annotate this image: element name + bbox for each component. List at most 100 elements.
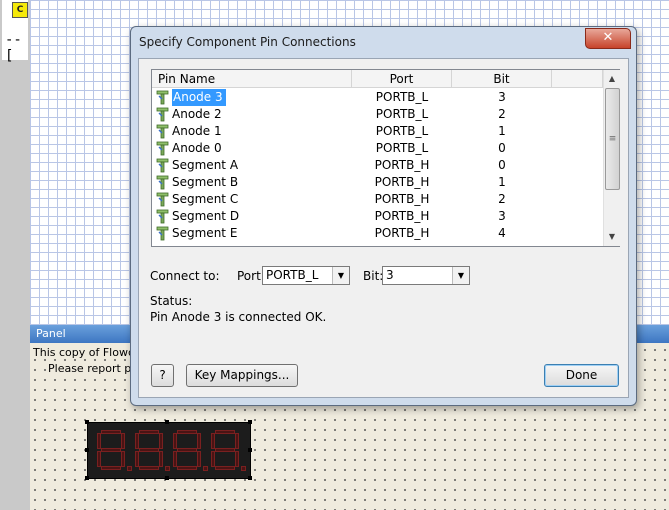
pin-icon [156,192,169,207]
selection-handle[interactable] [85,448,89,452]
pin-name: Segment C [172,192,239,206]
dialog-body: Pin Name Port Bit Anode 3 PORTB_L 3 Anode 2… [138,58,629,398]
column-header-bit[interactable]: Bit [452,70,552,88]
pin-port: PORTB_L [375,124,429,138]
display-segment [211,451,215,467]
display-segment [139,448,159,452]
display-segment [101,430,121,434]
scroll-down-icon[interactable]: ▼ [604,228,620,245]
chevron-down-icon[interactable]: ▼ [332,267,349,284]
connector-icon[interactable]: --[ [5,32,28,64]
display-segment [139,466,159,470]
pin-icon [156,226,169,241]
pin-icon [156,158,169,173]
key-mappings-button[interactable]: Key Mappings... [186,364,298,387]
list-scrollbar[interactable]: ▲ ≡ ▼ [603,70,620,246]
pin-icon [156,90,169,105]
display-segment [159,433,163,449]
display-segment [177,466,197,470]
column-header-pin-name[interactable]: Pin Name [152,70,352,88]
selection-handle[interactable] [165,476,169,480]
chevron-down-icon[interactable]: ▼ [452,267,469,284]
pin-row[interactable]: Anode 3 PORTB_L 3 [152,89,603,106]
pin-row[interactable]: Anode 2 PORTB_L 2 [152,106,603,123]
display-segment [173,451,177,467]
pin-row[interactable]: Segment C PORTB_H 2 [152,191,603,208]
pin-bit: 2 [498,107,506,121]
display-segment [197,433,201,449]
display-segment [173,433,177,449]
display-segment [211,433,215,449]
connect-to-label: Connect to: [150,269,220,283]
display-segment [197,451,201,467]
close-icon: ✕ [602,30,614,45]
pin-name: Anode 0 [172,141,222,155]
selection-handle[interactable] [85,420,89,424]
pin-port: PORTB_H [374,226,430,240]
display-segment [177,448,197,452]
pin-bit: 2 [498,192,506,206]
pin-row[interactable]: Anode 0 PORTB_L 0 [152,140,603,157]
scroll-up-icon[interactable]: ▲ [604,70,620,87]
selection-handle[interactable] [248,448,252,452]
done-button[interactable]: Done [544,364,619,387]
pin-name: Anode 2 [172,107,222,121]
help-button[interactable]: ? [151,364,174,387]
pin-bit: 3 [498,90,506,104]
scrollbar-thumb[interactable]: ≡ [605,88,620,190]
pin-port: PORTB_H [374,209,430,223]
pin-row[interactable]: Anode 1 PORTB_L 1 [152,123,603,140]
port-select[interactable]: PORTB_L ▼ [262,266,350,285]
selection-handle[interactable] [248,420,252,424]
pin-bit: 1 [498,124,506,138]
bit-select[interactable]: 3 ▼ [382,266,470,285]
pin-icon [156,107,169,122]
toolbar-icon-panel: C --[ [2,0,28,64]
pin-name: Anode 1 [172,124,222,138]
display-digit [210,430,246,471]
pin-name: Segment B [172,175,239,189]
pin-bit: 0 [498,158,506,172]
pin-icon [156,175,169,190]
display-segment [139,430,159,434]
selection-handle[interactable] [165,420,169,424]
display-segment [135,433,139,449]
pin-icon [156,209,169,224]
column-header-filler [552,70,603,88]
pin-port: PORTB_L [375,141,429,155]
bit-label: Bit: [363,269,384,283]
decimal-point [127,466,132,471]
pin-bit: 4 [498,226,506,240]
pin-row[interactable]: Segment E PORTB_H 4 [152,225,603,242]
pin-bit: 0 [498,141,506,155]
pin-name: Anode 3 [172,89,226,106]
display-segment [97,451,101,467]
pin-icon [156,124,169,139]
column-header-port[interactable]: Port [352,70,452,88]
seven-segment-display[interactable] [85,420,252,480]
decimal-point [241,466,246,471]
decimal-point [203,466,208,471]
pin-row[interactable]: Segment D PORTB_H 3 [152,208,603,225]
decimal-point [165,466,170,471]
pin-row[interactable]: Segment B PORTB_H 1 [152,174,603,191]
selection-handle[interactable] [248,476,252,480]
pin-bit: 1 [498,175,506,189]
left-toolbar: C --[ [0,0,30,510]
selection-handle[interactable] [85,476,89,480]
c-code-icon[interactable]: C [12,2,28,18]
dialog-title: Specify Component Pin Connections [139,35,356,49]
display-segment [177,430,197,434]
close-button[interactable]: ✕ [585,28,631,49]
pin-port: PORTB_H [374,175,430,189]
pin-row[interactable]: Segment A PORTB_H 0 [152,157,603,174]
pin-icon [156,141,169,156]
display-segment [121,433,125,449]
display-digit [96,430,132,471]
display-digit [134,430,170,471]
display-segment [101,466,121,470]
pin-list[interactable]: Pin Name Port Bit Anode 3 PORTB_L 3 Anode 2… [151,69,620,247]
status-message: Pin Anode 3 is connected OK. [150,310,327,324]
pin-port: PORTB_L [375,90,429,104]
pin-name: Segment A [172,158,239,172]
